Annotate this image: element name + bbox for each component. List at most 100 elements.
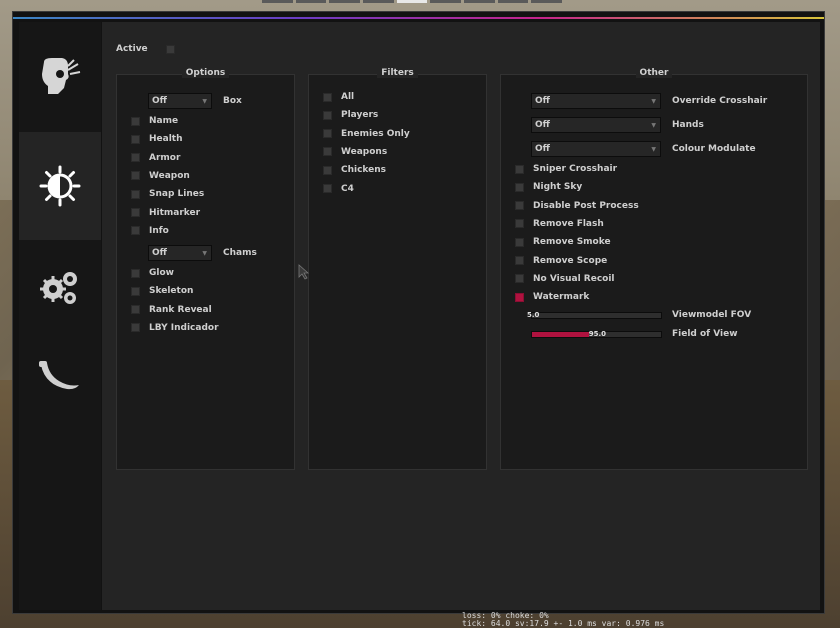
- skins-knife-icon: [39, 361, 79, 390]
- no-visual-recoil-checkbox[interactable]: [515, 274, 524, 284]
- glow-label: Glow: [149, 268, 174, 278]
- info-checkbox[interactable]: [131, 226, 140, 236]
- visuals-content: Active Options Off ▼ Box Name Health Armor W…: [102, 22, 820, 610]
- chickens-label: Chickens: [341, 165, 387, 176]
- rank-reveal-row[interactable]: Rank Reveal: [131, 305, 212, 315]
- remove-scope-label: Remove Scope: [533, 255, 608, 266]
- net-graph: loss: 0% choke: 0% tick: 64.0 sv:17.9 +-…: [462, 612, 762, 628]
- info-row[interactable]: Info: [131, 226, 169, 236]
- weapons-row[interactable]: Weapons: [323, 147, 387, 157]
- accent-gradient-bar: [13, 17, 824, 19]
- remove-scope-checkbox[interactable]: [515, 256, 524, 265]
- remove-scope-row[interactable]: Remove Scope: [515, 256, 607, 266]
- sidebar: [19, 22, 101, 610]
- weapon-row[interactable]: Weapon: [131, 171, 190, 181]
- field-of-view-slider[interactable]: 95.0: [531, 329, 662, 338]
- remove-smoke-label: Remove Smoke: [533, 237, 611, 248]
- viewmodel-fov-slider[interactable]: 5.0: [527, 311, 662, 319]
- chams-label: Chams: [223, 248, 257, 258]
- tab-visuals[interactable]: [19, 132, 101, 240]
- lby-indicador-row[interactable]: LBY Indicador: [131, 323, 219, 333]
- night-sky-label: Night Sky: [533, 182, 583, 193]
- watermark-row[interactable]: Watermark: [515, 292, 589, 302]
- snap-lines-row[interactable]: Snap Lines: [131, 189, 204, 199]
- no-visual-recoil-label: No Visual Recoil: [533, 273, 615, 284]
- snap-lines-label: Snap Lines: [149, 189, 205, 200]
- sniper-crosshair-row[interactable]: Sniper Crosshair: [515, 164, 617, 174]
- info-label: Info: [149, 225, 169, 236]
- health-row[interactable]: Health: [131, 134, 183, 144]
- armor-row[interactable]: Armor: [131, 153, 180, 163]
- viewmodel-fov-value: 5.0: [527, 311, 540, 319]
- box-dropdown[interactable]: Off ▼: [148, 93, 212, 109]
- enemies-only-label: Enemies Only: [341, 128, 410, 139]
- override-crosshair-label: Override Crosshair: [672, 96, 768, 106]
- remove-smoke-row[interactable]: Remove Smoke: [515, 237, 611, 247]
- remove-flash-label: Remove Flash: [533, 218, 604, 229]
- disable-post-process-row[interactable]: Disable Post Process: [515, 201, 639, 211]
- no-visual-recoil-row[interactable]: No Visual Recoil: [515, 274, 615, 284]
- watermark-checkbox[interactable]: [515, 292, 524, 302]
- weapon-label: Weapon: [149, 170, 190, 181]
- enemies-only-row[interactable]: Enemies Only: [323, 129, 410, 139]
- rank-reveal-checkbox[interactable]: [131, 305, 140, 315]
- visuals-contrast-icon: [39, 165, 81, 207]
- lby-indicador-label: LBY Indicador: [149, 322, 219, 333]
- hitmarker-label: Hitmarker: [149, 207, 201, 218]
- glow-row[interactable]: Glow: [131, 268, 174, 278]
- chickens-checkbox[interactable]: [323, 165, 332, 175]
- weapons-checkbox[interactable]: [323, 147, 332, 157]
- c4-row[interactable]: C4: [323, 184, 354, 194]
- name-checkbox[interactable]: [131, 116, 140, 126]
- night-sky-row[interactable]: Night Sky: [515, 182, 582, 192]
- colour-modulate-label: Colour Modulate: [672, 144, 756, 154]
- glow-checkbox[interactable]: [131, 268, 140, 278]
- active-toggle-row[interactable]: Active: [116, 44, 175, 54]
- hitmarker-row[interactable]: Hitmarker: [131, 208, 200, 218]
- enemies-only-checkbox[interactable]: [323, 129, 332, 139]
- skeleton-checkbox[interactable]: [131, 286, 140, 296]
- other-title: Other: [501, 68, 807, 78]
- c4-checkbox[interactable]: [323, 184, 332, 193]
- hands-label: Hands: [672, 120, 704, 130]
- remove-flash-row[interactable]: Remove Flash: [515, 219, 604, 229]
- tab-skins[interactable]: [19, 322, 101, 430]
- colour-modulate-dropdown[interactable]: Off ▼: [531, 141, 661, 157]
- net-graph-line-2: tick: 64.0 sv:17.9 +- 1.0 ms var: 0.976 …: [462, 619, 665, 628]
- game-hud-strip: [262, 0, 563, 3]
- mouse-cursor-icon: [298, 264, 310, 280]
- armor-checkbox[interactable]: [131, 153, 140, 163]
- all-row[interactable]: All: [323, 92, 354, 102]
- hands-dropdown[interactable]: Off ▼: [531, 117, 661, 133]
- options-panel: Options Off ▼ Box Name Health Armor Weapon Sn…: [116, 68, 295, 470]
- armor-label: Armor: [149, 152, 181, 163]
- health-checkbox[interactable]: [131, 134, 140, 144]
- active-checkbox[interactable]: [165, 44, 175, 54]
- override-crosshair-dropdown[interactable]: Off ▼: [531, 93, 661, 109]
- remove-flash-checkbox[interactable]: [515, 219, 524, 229]
- field-of-view-label: Field of View: [672, 328, 738, 339]
- skeleton-row[interactable]: Skeleton: [131, 286, 193, 296]
- options-title: Options: [117, 68, 294, 78]
- disable-post-process-checkbox[interactable]: [515, 201, 524, 211]
- chams-dropdown[interactable]: Off ▼: [148, 245, 212, 261]
- players-label: Players: [341, 110, 379, 121]
- viewmodel-fov-label: Viewmodel FOV: [672, 310, 752, 320]
- name-row[interactable]: Name: [131, 116, 178, 126]
- players-row[interactable]: Players: [323, 110, 378, 120]
- players-checkbox[interactable]: [323, 110, 332, 120]
- weapon-checkbox[interactable]: [131, 171, 140, 181]
- aimbot-head-icon: [42, 58, 81, 94]
- remove-smoke-checkbox[interactable]: [515, 237, 524, 247]
- field-of-view-value: 95.0: [588, 329, 607, 338]
- night-sky-checkbox[interactable]: [515, 182, 524, 192]
- tab-aimbot[interactable]: [19, 22, 101, 130]
- chickens-row[interactable]: Chickens: [323, 165, 386, 175]
- sniper-crosshair-checkbox[interactable]: [515, 164, 524, 174]
- skeleton-label: Skeleton: [149, 286, 194, 297]
- lby-indicador-checkbox[interactable]: [131, 323, 140, 333]
- hitmarker-checkbox[interactable]: [131, 208, 140, 217]
- snap-lines-checkbox[interactable]: [131, 189, 140, 199]
- sniper-crosshair-label: Sniper Crosshair: [533, 164, 618, 174]
- all-checkbox[interactable]: [323, 92, 332, 102]
